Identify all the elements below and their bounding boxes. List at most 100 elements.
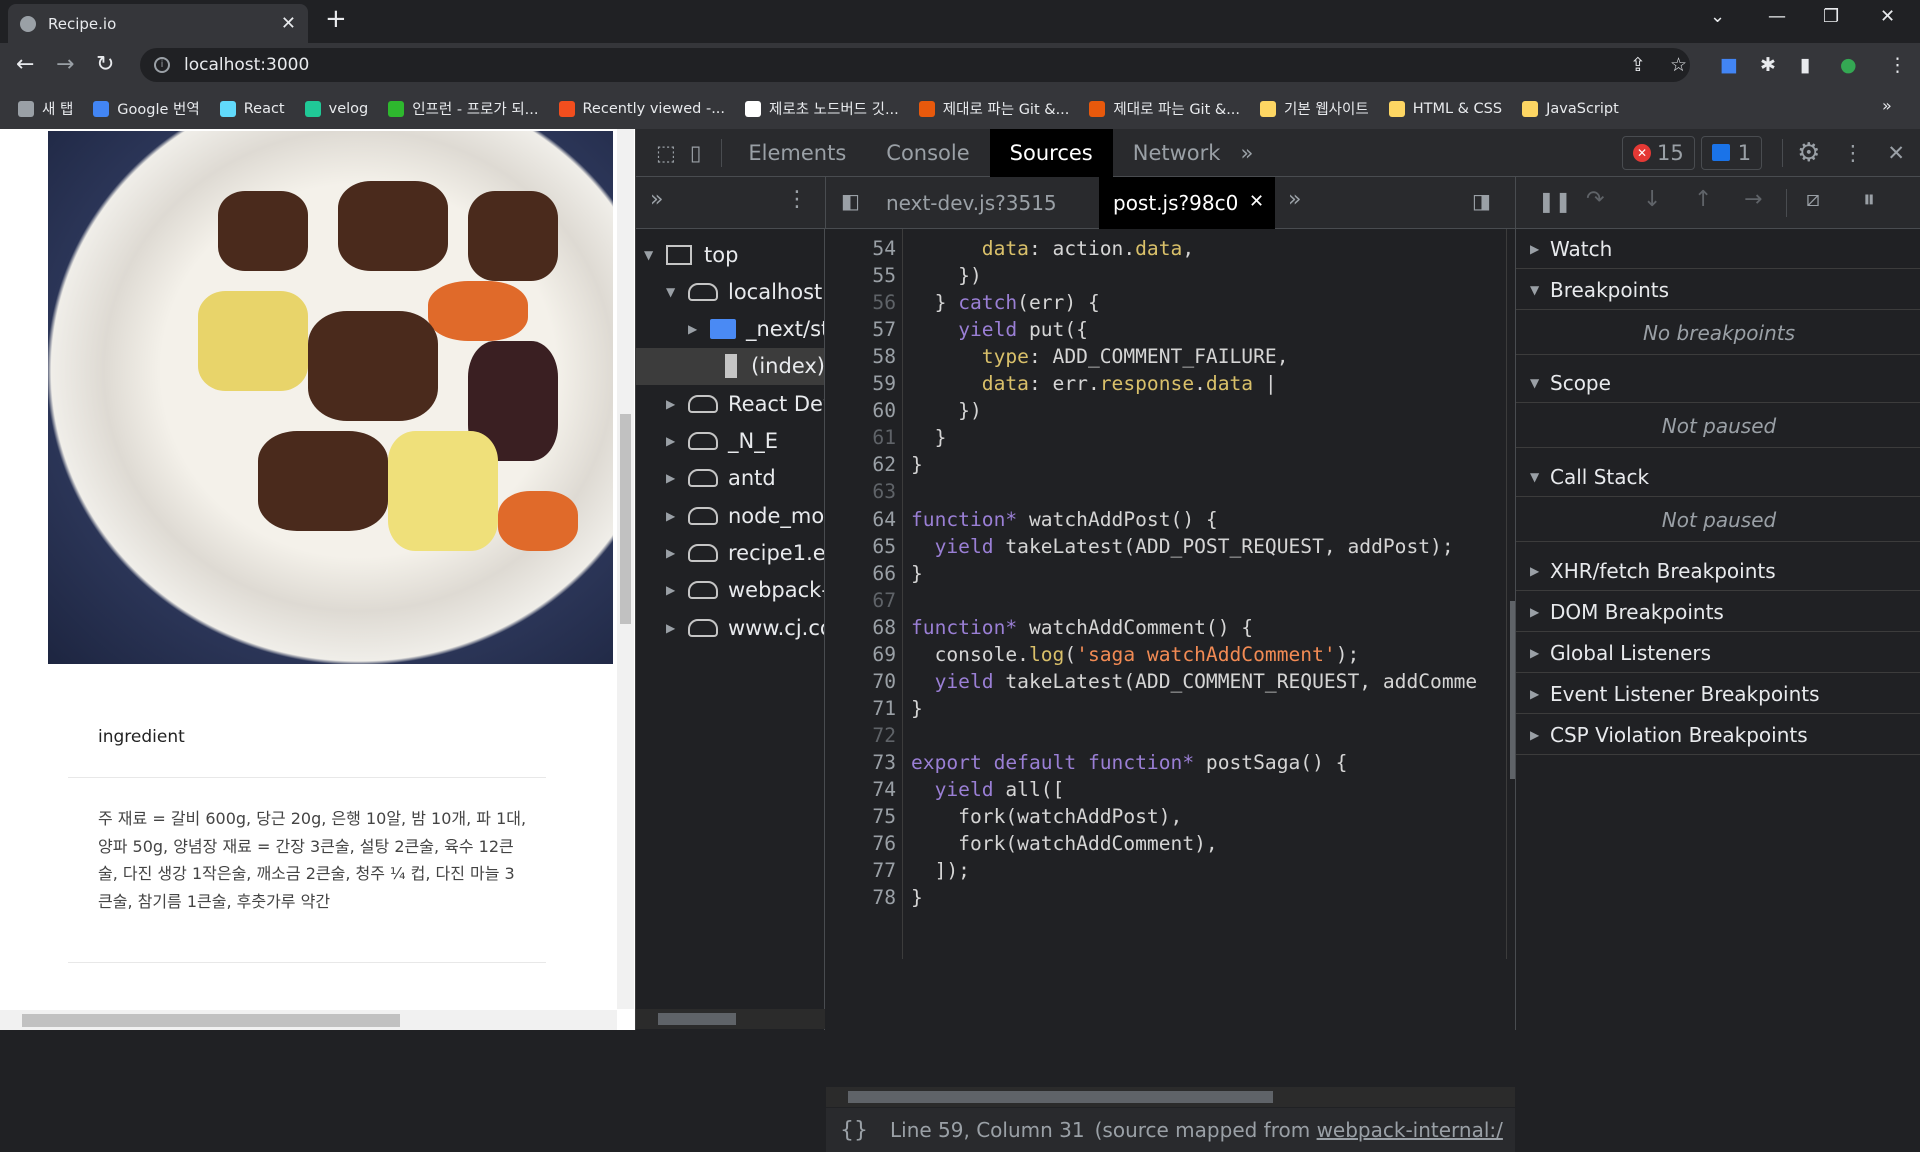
line-number[interactable]: 63 [826, 478, 896, 505]
line-number[interactable]: 56 [826, 289, 896, 316]
code-line[interactable]: } [911, 424, 947, 451]
bookmark-item[interactable]: 제로초 노드버드 깃... [745, 98, 899, 119]
expand-arrow-icon[interactable]: ▶ [666, 509, 688, 523]
back-button[interactable]: ← [16, 52, 34, 77]
code-line[interactable]: }) [911, 262, 982, 289]
code-line[interactable]: } [911, 451, 923, 478]
expand-arrow-icon[interactable]: ▼ [644, 248, 666, 262]
section-global-listeners[interactable]: ▶ Global Listeners [1516, 633, 1920, 673]
device-toolbar-icon[interactable]: ▯ [690, 141, 702, 165]
navigator-item[interactable]: ▶ www.cj.co [666, 609, 824, 646]
navigator-item[interactable]: ▶ _next/st [688, 311, 824, 348]
expand-arrow-icon[interactable]: ▶ [666, 546, 688, 560]
source-map-link[interactable]: webpack-internal:/ [1317, 1118, 1503, 1142]
navigator-menu-icon[interactable]: ⋮ [786, 187, 808, 212]
tab-search-icon[interactable]: ⌄ [1710, 6, 1725, 27]
step-out-icon[interactable]: ↑ [1694, 187, 1712, 212]
line-number[interactable]: 66 [826, 560, 896, 587]
line-number[interactable]: 64 [826, 506, 896, 533]
tab-console[interactable]: Console [866, 129, 989, 177]
new-tab-button[interactable]: + [325, 4, 347, 34]
code-line[interactable]: } [911, 884, 923, 911]
omnibox[interactable]: i localhost:3000 [140, 48, 1690, 82]
code-line[interactable]: fork(watchAddPost), [911, 803, 1182, 830]
code-line[interactable]: }) [911, 397, 982, 424]
bookmark-item[interactable]: 제대로 파는 Git &... [1089, 98, 1240, 119]
avatar[interactable]: ● [1840, 54, 1857, 76]
forward-button[interactable]: → [56, 52, 74, 77]
line-number[interactable]: 57 [826, 316, 896, 343]
bookmark-item[interactable]: 인프런 - 프로가 되... [388, 98, 539, 119]
puzzle-icon[interactable]: ✱ [1760, 54, 1776, 76]
code-line[interactable]: } [911, 560, 923, 587]
expand-arrow-icon[interactable]: ▶ [666, 471, 688, 485]
bookmark-item[interactable]: Google 번역 [93, 98, 200, 119]
line-number[interactable]: 71 [826, 695, 896, 722]
code-line[interactable]: export default function* postSaga() { [911, 749, 1347, 776]
code-line[interactable]: function* watchAddComment() { [911, 614, 1253, 641]
url-text[interactable]: localhost:3000 [184, 55, 309, 75]
more-options-icon[interactable]: ⋮ [1842, 141, 1863, 165]
close-devtools-icon[interactable]: ✕ [1887, 141, 1905, 165]
navigator-item[interactable]: ▼ localhost: [666, 273, 824, 310]
translate-extension-icon[interactable]: ■ [1720, 54, 1738, 76]
code-line[interactable]: data: action.data, [911, 235, 1194, 262]
section-xhr-breakpoints[interactable]: ▶ XHR/fetch Breakpoints [1516, 551, 1920, 591]
code-line[interactable]: yield takeLatest(ADD_COMMENT_REQUEST, ad… [911, 668, 1478, 695]
navigator-item[interactable]: ▶ webpack- [666, 572, 824, 609]
more-file-tabs-icon[interactable]: » [1288, 187, 1301, 212]
bookmark-item[interactable]: 제대로 파는 Git &... [918, 98, 1069, 119]
more-tabs-icon[interactable]: » [1240, 141, 1253, 165]
code-line[interactable]: type: ADD_COMMENT_FAILURE, [911, 343, 1289, 370]
editor-vertical-scrollbar[interactable] [1506, 229, 1515, 959]
line-number[interactable]: 76 [826, 830, 896, 857]
close-window-button[interactable]: ✕ [1880, 6, 1895, 27]
navigator-item[interactable]: ▶ node_mo [666, 497, 824, 534]
menu-icon[interactable]: ⋮ [1888, 54, 1907, 76]
expand-arrow-icon[interactable]: ▶ [666, 434, 688, 448]
navigator-item[interactable]: ▶ React Dev [666, 385, 824, 422]
code-line[interactable]: fork(watchAddComment), [911, 830, 1218, 857]
more-bookmarks-icon[interactable]: » [1882, 96, 1892, 115]
line-number[interactable]: 74 [826, 776, 896, 803]
pretty-print-icon[interactable]: {} [840, 1118, 868, 1143]
code-line[interactable]: yield put({ [911, 316, 1088, 343]
toggle-navigator-icon[interactable]: ◧ [841, 189, 860, 213]
line-number[interactable]: 70 [826, 668, 896, 695]
line-number[interactable]: 65 [826, 533, 896, 560]
line-number[interactable]: 75 [826, 803, 896, 830]
line-number[interactable]: 69 [826, 641, 896, 668]
browser-tab[interactable]: Recipe.io ✕ [8, 4, 308, 43]
line-number[interactable]: 77 [826, 857, 896, 884]
section-watch[interactable]: ▶ Watch [1516, 229, 1920, 269]
section-csp-breakpoints[interactable]: ▶ CSP Violation Breakpoints [1516, 715, 1920, 755]
expand-arrow-icon[interactable]: ▼ [666, 285, 688, 299]
tab-network[interactable]: Network [1113, 129, 1241, 177]
errors-badge[interactable]: ✕ 15 [1621, 135, 1695, 170]
section-scope[interactable]: ▼ Scope [1516, 363, 1920, 403]
reload-button[interactable]: ↻ [96, 52, 114, 77]
bookmark-item[interactable]: HTML & CSS [1388, 100, 1502, 117]
settings-gear-icon[interactable]: ⚙ [1797, 138, 1820, 168]
messages-badge[interactable]: 1 [1700, 135, 1763, 170]
line-number[interactable]: 62 [826, 451, 896, 478]
bookmark-item[interactable]: velog [304, 100, 368, 117]
bookmark-item[interactable]: 기본 웹사이트 [1260, 98, 1369, 119]
line-number[interactable]: 59 [826, 370, 896, 397]
expand-arrow-icon[interactable]: ▶ [666, 621, 688, 635]
bookmark-item[interactable]: Recently viewed -... [558, 100, 725, 117]
navigator-item[interactable]: (index) [636, 347, 824, 385]
step-into-icon[interactable]: ↓ [1643, 187, 1661, 212]
line-number[interactable]: 67 [826, 587, 896, 614]
toggle-debugger-icon[interactable]: ◨ [1472, 189, 1491, 213]
pause-icon[interactable]: ❚❚ [1538, 189, 1572, 213]
inspect-element-icon[interactable]: ⬚ [656, 141, 676, 165]
code-line[interactable]: data: err.response.data | [911, 370, 1277, 397]
close-tab-icon[interactable]: ✕ [281, 13, 296, 34]
minimize-button[interactable]: — [1768, 6, 1786, 27]
section-event-listener-breakpoints[interactable]: ▶ Event Listener Breakpoints [1516, 674, 1920, 714]
section-breakpoints[interactable]: ▼ Breakpoints [1516, 270, 1920, 310]
tab-elements[interactable]: Elements [728, 129, 866, 177]
code-line[interactable]: yield takeLatest(ADD_POST_REQUEST, addPo… [911, 533, 1454, 560]
info-icon[interactable]: i [154, 57, 170, 73]
